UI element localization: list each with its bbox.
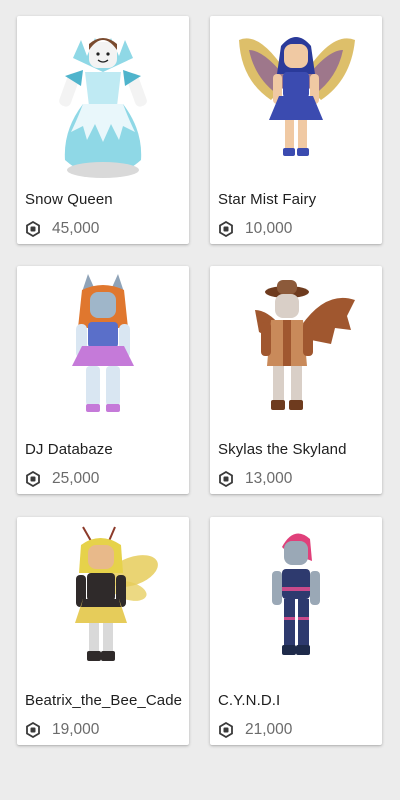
item-name[interactable]: Snow Queen bbox=[25, 191, 183, 208]
catalog-item-card[interactable]: Star Mist Fairy 10,000 bbox=[210, 16, 382, 244]
item-thumbnail[interactable] bbox=[17, 16, 189, 184]
item-name[interactable]: Skylas the Skyland bbox=[218, 441, 376, 458]
item-price-row: 25,000 bbox=[25, 469, 99, 489]
item-price: 25,000 bbox=[52, 470, 100, 487]
avatar-image bbox=[272, 533, 320, 655]
item-thumbnail[interactable] bbox=[210, 517, 382, 685]
robux-icon bbox=[219, 221, 233, 237]
avatar-image bbox=[72, 274, 134, 412]
robux-icon bbox=[26, 722, 40, 738]
catalog-item-card[interactable]: DJ Databaze 25,000 bbox=[17, 266, 189, 494]
item-price: 21,000 bbox=[245, 721, 293, 738]
avatar-image bbox=[239, 37, 355, 156]
item-name[interactable]: C.Y.N.D.I bbox=[218, 692, 376, 709]
robux-icon bbox=[26, 471, 40, 487]
catalog-item-card[interactable]: Beatrix_the_Bee_Cade 19,000 bbox=[17, 517, 189, 745]
item-thumbnail[interactable] bbox=[210, 266, 382, 434]
robux-icon bbox=[219, 471, 233, 487]
catalog-item-card[interactable]: Snow Queen 45,000 bbox=[17, 16, 189, 244]
item-name[interactable]: DJ Databaze bbox=[25, 441, 183, 458]
item-price-row: 13,000 bbox=[218, 469, 292, 489]
item-price-row: 19,000 bbox=[25, 720, 99, 740]
item-price-row: 10,000 bbox=[218, 219, 292, 239]
item-name[interactable]: Beatrix_the_Bee_Cade bbox=[25, 692, 183, 709]
item-price-row: 45,000 bbox=[25, 219, 99, 239]
avatar-image bbox=[75, 526, 158, 661]
catalog-item-card[interactable]: C.Y.N.D.I 21,000 bbox=[210, 517, 382, 745]
avatar-image bbox=[255, 280, 355, 410]
item-thumbnail[interactable] bbox=[17, 266, 189, 434]
item-price: 19,000 bbox=[52, 721, 100, 738]
item-price: 10,000 bbox=[245, 220, 293, 237]
robux-icon bbox=[219, 722, 233, 738]
item-name[interactable]: Star Mist Fairy bbox=[218, 191, 376, 208]
catalog-item-card[interactable]: Skylas the Skyland 13,000 bbox=[210, 266, 382, 494]
item-price: 13,000 bbox=[245, 470, 293, 487]
item-thumbnail[interactable] bbox=[17, 517, 189, 685]
avatar-image bbox=[59, 38, 147, 178]
item-price: 45,000 bbox=[52, 220, 100, 237]
robux-icon bbox=[26, 221, 40, 237]
item-thumbnail[interactable] bbox=[210, 16, 382, 184]
item-price-row: 21,000 bbox=[218, 720, 292, 740]
